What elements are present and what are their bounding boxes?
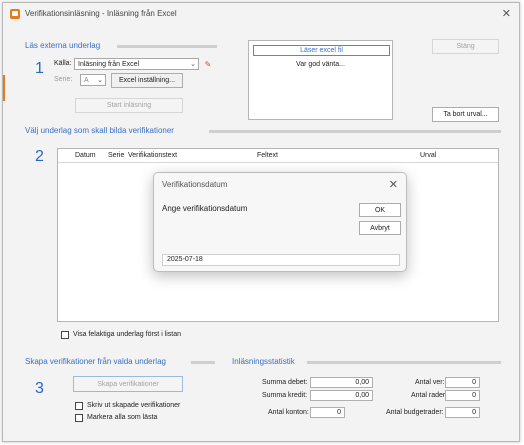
step-2-number: 2 <box>35 148 44 165</box>
sum-credit-value: 0,00 <box>310 390 373 401</box>
section1-title: Läs externa underlag <box>25 41 101 50</box>
source-label: Källa: <box>54 60 72 67</box>
excel-settings-button[interactable]: Excel inställning... <box>111 73 183 88</box>
grid-header: Datum Serie Verifikationstext Feltext Ur… <box>58 149 498 163</box>
ver-count-label: Antal ver: <box>415 379 445 386</box>
step-1-number: 1 <box>35 60 44 77</box>
col-header-selection[interactable]: Urval <box>420 152 436 159</box>
chevron-down-icon: ⌄ <box>97 77 103 84</box>
show-faulty-label: Visa felaktiga underlag först i listan <box>73 331 182 338</box>
show-faulty-checkbox[interactable] <box>61 331 69 339</box>
date-dialog: Verifikationsdatum ✕ Ange verifikationsd… <box>153 172 407 272</box>
section1-divider <box>117 45 217 48</box>
col-header-date[interactable]: Datum <box>75 152 96 159</box>
close-button[interactable]: Stäng <box>432 39 499 54</box>
budget-rows-label: Antal budgetrader: <box>386 409 444 416</box>
col-header-error[interactable]: Feltext <box>257 152 278 159</box>
date-input[interactable]: 2025-07-18 <box>162 254 400 266</box>
sum-debit-label: Summa debet: <box>262 379 308 386</box>
series-value: A <box>84 76 89 84</box>
mark-read-checkbox[interactable] <box>75 414 83 422</box>
reader-status-header: Läser excel fil <box>253 45 390 56</box>
stats-title: Inläsningsstatistik <box>232 357 295 366</box>
section3-title: Skapa verifikationer från valda underlag <box>25 357 166 366</box>
dialog-close-icon[interactable]: ✕ <box>389 178 398 191</box>
section3-divider <box>191 361 215 364</box>
title-bar: Verifikationsinläsning - Inläsning från … <box>3 3 519 25</box>
print-checkbox[interactable] <box>75 402 83 410</box>
dialog-cancel-button[interactable]: Avbryt <box>359 221 401 235</box>
section2-divider <box>209 130 501 133</box>
accounts-label: Antal konton: <box>268 409 309 416</box>
source-select[interactable]: Inläsning från Excel ⌄ <box>74 58 199 70</box>
app-icon <box>10 9 20 19</box>
print-label: Skriv ut skapade verifikationer <box>87 402 181 409</box>
section2-title: Välj underlag som skall bilda verifikati… <box>25 126 174 135</box>
create-verifications-button[interactable]: Skapa verifikationer <box>73 376 183 392</box>
dialog-prompt: Ange verifikationsdatum <box>162 204 248 213</box>
mark-read-label: Markera alla som lästa <box>87 414 158 421</box>
source-value: Inläsning från Excel <box>78 60 140 68</box>
dialog-ok-button[interactable]: OK <box>359 203 401 217</box>
dialog-title: Verifikationsdatum <box>162 180 228 189</box>
ver-count-value: 0 <box>445 377 480 388</box>
start-import-button[interactable]: Start inläsning <box>75 98 183 113</box>
focus-marker <box>3 75 5 101</box>
col-header-text[interactable]: Verifikationstext <box>128 152 177 159</box>
reader-status-panel: Läser excel fil Var god vänta... <box>248 40 393 120</box>
sum-credit-label: Summa kredit: <box>262 392 308 399</box>
window-close-icon[interactable]: ✕ <box>502 7 511 20</box>
rows-count-value: 0 <box>445 390 480 401</box>
rows-count-label: Antal rader: <box>411 392 448 399</box>
step-3-number: 3 <box>35 380 44 397</box>
budget-rows-value: 0 <box>445 407 480 418</box>
col-header-series[interactable]: Serie <box>108 152 124 159</box>
accounts-value: 0 <box>310 407 345 418</box>
sum-debit-value: 0,00 <box>310 377 373 388</box>
reader-status-text: Var god vänta... <box>296 61 345 68</box>
series-label: Serie: <box>54 76 73 83</box>
stats-divider <box>307 361 501 364</box>
window-title: Verifikationsinläsning - Inläsning från … <box>25 9 177 18</box>
remove-selection-button[interactable]: Ta bort urval... <box>432 107 499 122</box>
series-select[interactable]: A ⌄ <box>80 74 106 86</box>
chevron-down-icon: ⌄ <box>190 61 196 68</box>
edit-pencil-icon[interactable]: ✎ <box>202 58 214 70</box>
